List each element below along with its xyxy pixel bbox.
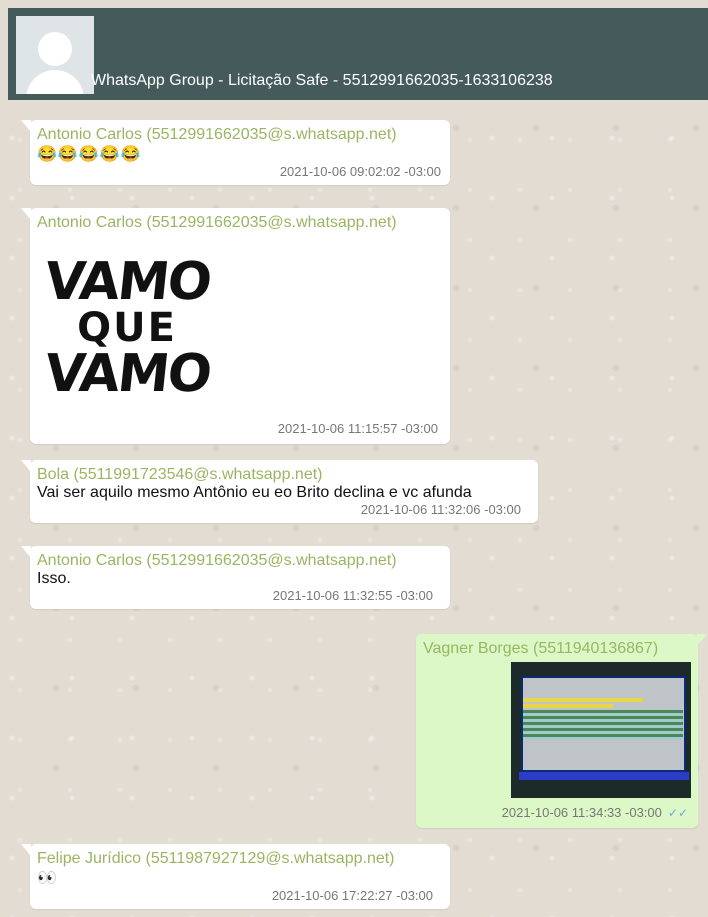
message-timestamp: 2021-10-06 11:15:57 -03:00 [277,421,438,436]
message-text: Vai ser aquilo mesmo Antônio eu eo Brito… [37,484,472,501]
message-text: 😂😂😂😂😂 [37,146,142,163]
chat-header: WhatsApp Group - Licitação Safe - 551299… [8,8,708,100]
message-timestamp: 2021-10-06 11:32:55 -03:00 [272,588,433,603]
message-bubble[interactable]: Antonio Carlos (5512991662035@s.whatsapp… [21,120,450,185]
message-sender: Antonio Carlos (5512991662035@s.whatsapp… [37,126,397,143]
photo-content [519,772,689,780]
message-timestamp: 2021-10-06 11:34:33 -03:00 ✓✓ [502,805,688,820]
chat-title: WhatsApp Group - Licitação Safe - 551299… [91,72,553,89]
message-list[interactable]: Antonio Carlos (5512991662035@s.whatsapp… [0,100,708,917]
message-bubble[interactable]: Bola (5511991723546@s.whatsapp.net) Vai … [21,460,538,523]
photo-content [523,710,683,740]
message-text: 👀 [37,870,58,887]
message-timestamp: 2021-10-06 11:32:06 -03:00 [360,502,521,517]
message-sender: Antonio Carlos (5512991662035@s.whatsapp… [37,552,397,569]
photo-content [523,704,613,708]
message-timestamp-text: 2021-10-06 11:34:33 -03:00 [501,805,662,820]
message-timestamp: 2021-10-06 17:22:27 -03:00 [271,888,433,903]
read-receipt-icon: ✓✓ [667,806,688,820]
message-bubble[interactable]: Antonio Carlos (5512991662035@s.whatsapp… [21,546,450,609]
message-bubble[interactable]: Felipe Jurídico (5511987927129@s.whatsap… [21,844,450,909]
sticker-line: QUE [77,305,177,351]
sticker-line: VAMO [41,252,213,312]
message-sender: Felipe Jurídico (5511987927129@s.whatsap… [37,850,395,867]
message-sender: Antonio Carlos (5512991662035@s.whatsapp… [37,214,397,231]
message-text: Isso. [37,570,71,587]
photo-content [523,698,643,702]
sticker-image[interactable]: VAMO QUE VAMO [37,238,217,418]
avatar-body-shape [26,70,84,94]
message-bubble[interactable]: Antonio Carlos (5512991662035@s.whatsapp… [21,208,450,444]
photo-attachment[interactable] [511,662,691,798]
avatar-head-shape [38,32,72,66]
message-timestamp: 2021-10-06 09:02:02 -03:00 [279,164,441,179]
sticker-line: VAMO [41,344,213,404]
message-bubble[interactable]: Vagner Borges (5511940136867) 2021-10-06… [416,634,707,828]
group-avatar[interactable] [16,16,94,94]
message-sender: Vagner Borges (5511940136867) [423,640,659,657]
message-sender: Bola (5511991723546@s.whatsapp.net) [37,466,323,483]
